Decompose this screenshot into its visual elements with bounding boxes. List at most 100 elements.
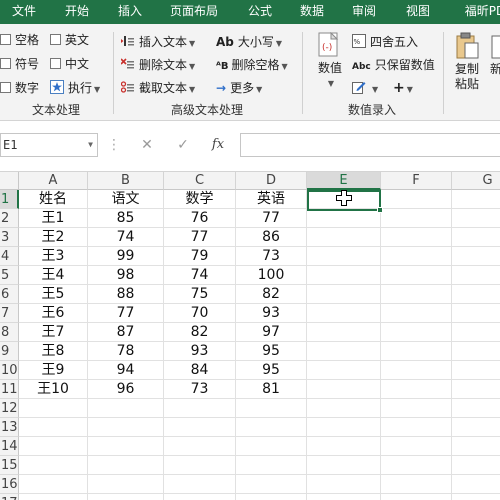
cell-e9[interactable] <box>307 342 381 361</box>
cell-e4[interactable] <box>307 247 381 266</box>
tab-view[interactable]: 视图 <box>394 0 442 24</box>
cell-e11[interactable] <box>307 380 381 399</box>
row-header-4[interactable]: 4 <box>0 247 19 266</box>
cell-g17[interactable] <box>452 494 500 500</box>
cell-e6[interactable] <box>307 285 381 304</box>
cell-g14[interactable] <box>452 437 500 456</box>
cell-g3[interactable] <box>452 228 500 247</box>
keep-value-button[interactable]: Abc 只保留数值 <box>352 55 435 75</box>
cell-d13[interactable] <box>236 418 307 437</box>
cell-d10[interactable]: 95 <box>236 361 307 380</box>
chevron-down-icon[interactable]: ▼ <box>88 134 93 156</box>
cell-f8[interactable] <box>381 323 452 342</box>
cell-a12[interactable] <box>19 399 88 418</box>
cell-c13[interactable] <box>164 418 236 437</box>
cell-d15[interactable] <box>236 456 307 475</box>
value-button[interactable]: (-) 数值 ▼ <box>309 31 351 91</box>
cell-e13[interactable] <box>307 418 381 437</box>
cell-f17[interactable] <box>381 494 452 500</box>
tab-foxit-pdf[interactable]: 福昕PD <box>455 0 500 24</box>
checkbox-english[interactable]: 英文 <box>50 30 89 50</box>
cell-g4[interactable] <box>452 247 500 266</box>
chevron-down-icon[interactable]: ▼ <box>189 62 195 71</box>
cell-f7[interactable] <box>381 304 452 323</box>
edit-button[interactable]: ▼ <box>352 78 378 98</box>
cell-b6[interactable]: 88 <box>88 285 164 304</box>
new-button[interactable]: 新 <box>490 32 500 77</box>
cell-g16[interactable] <box>452 475 500 494</box>
row-header-9[interactable]: 9 <box>0 342 19 361</box>
cell-d11[interactable]: 81 <box>236 380 307 399</box>
cell-a1[interactable]: 姓名 <box>19 190 88 209</box>
formula-input[interactable] <box>240 133 500 157</box>
cell-a15[interactable] <box>19 456 88 475</box>
cell-b9[interactable]: 78 <box>88 342 164 361</box>
cell-c9[interactable]: 93 <box>164 342 236 361</box>
tab-home[interactable]: 开始 <box>55 0 99 24</box>
cell-b10[interactable]: 94 <box>88 361 164 380</box>
cell-f5[interactable] <box>381 266 452 285</box>
more-options-icon[interactable]: ⋮ <box>104 133 124 157</box>
cell-e3[interactable] <box>307 228 381 247</box>
cell-d7[interactable]: 93 <box>236 304 307 323</box>
confirm-icon[interactable]: ✓ <box>170 133 196 157</box>
cell-b4[interactable]: 99 <box>88 247 164 266</box>
extract-text-button[interactable]: 截取文本 ▼ <box>120 78 195 98</box>
row-header-16[interactable]: 16 <box>0 475 19 494</box>
row-header-5[interactable]: 5 <box>0 266 19 285</box>
more-button[interactable]: → 更多 ▼ <box>216 78 262 98</box>
chevron-down-icon[interactable]: ▼ <box>311 76 351 91</box>
checkbox-space[interactable]: 空格 <box>0 30 39 50</box>
cell-g8[interactable] <box>452 323 500 342</box>
cell-c5[interactable]: 74 <box>164 266 236 285</box>
cell-a11[interactable]: 王10 <box>19 380 88 399</box>
cell-a2[interactable]: 王1 <box>19 209 88 228</box>
cell-e12[interactable] <box>307 399 381 418</box>
chevron-down-icon[interactable]: ▼ <box>282 62 288 71</box>
cell-d6[interactable]: 82 <box>236 285 307 304</box>
cell-d4[interactable]: 73 <box>236 247 307 266</box>
cell-f9[interactable] <box>381 342 452 361</box>
cell-c14[interactable] <box>164 437 236 456</box>
cell-e10[interactable] <box>307 361 381 380</box>
cell-c8[interactable]: 82 <box>164 323 236 342</box>
row-header-2[interactable]: 2 <box>0 209 19 228</box>
cell-e5[interactable] <box>307 266 381 285</box>
cell-g10[interactable] <box>452 361 500 380</box>
cell-d16[interactable] <box>236 475 307 494</box>
cell-a7[interactable]: 王6 <box>19 304 88 323</box>
spreadsheet-grid[interactable]: A B C D E F G 1 姓名 语文 数学 英语 2 王1 85 76 77 3 王2 74 77 86 4 王3 99 7… <box>0 172 500 500</box>
cell-e16[interactable] <box>307 475 381 494</box>
cell-a16[interactable] <box>19 475 88 494</box>
cell-f16[interactable] <box>381 475 452 494</box>
cell-b2[interactable]: 85 <box>88 209 164 228</box>
cell-f11[interactable] <box>381 380 452 399</box>
cell-g13[interactable] <box>452 418 500 437</box>
cell-e17[interactable] <box>307 494 381 500</box>
column-header-f[interactable]: F <box>381 172 452 190</box>
fill-handle[interactable] <box>377 207 383 213</box>
delete-space-button[interactable]: ᴬB 删除空格 ▼ <box>216 55 288 75</box>
checkbox-chinese[interactable]: 中文 <box>50 54 89 74</box>
checkbox-symbol[interactable]: 符号 <box>0 54 39 74</box>
execute-button[interactable]: 执行 ▼ <box>50 78 100 98</box>
checkbox-number[interactable]: 数字 <box>0 78 39 98</box>
cell-a17[interactable] <box>19 494 88 500</box>
cell-a5[interactable]: 王4 <box>19 266 88 285</box>
column-header-b[interactable]: B <box>88 172 164 190</box>
row-header-8[interactable]: 8 <box>0 323 19 342</box>
chevron-down-icon[interactable]: ▼ <box>372 85 378 94</box>
chevron-down-icon[interactable]: ▼ <box>276 39 282 48</box>
cell-d14[interactable] <box>236 437 307 456</box>
row-header-6[interactable]: 6 <box>0 285 19 304</box>
cell-a3[interactable]: 王2 <box>19 228 88 247</box>
cell-f12[interactable] <box>381 399 452 418</box>
cell-f4[interactable] <box>381 247 452 266</box>
cell-c11[interactable]: 73 <box>164 380 236 399</box>
tab-data[interactable]: 数据 <box>288 0 336 24</box>
cell-g2[interactable] <box>452 209 500 228</box>
cell-f2[interactable] <box>381 209 452 228</box>
cell-e2[interactable] <box>307 209 381 228</box>
cell-a9[interactable]: 王8 <box>19 342 88 361</box>
cell-f13[interactable] <box>381 418 452 437</box>
